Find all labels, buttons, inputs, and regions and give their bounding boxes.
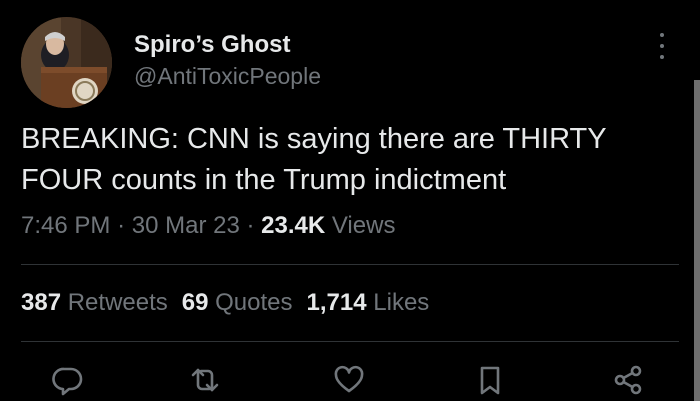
avatar-image — [21, 17, 112, 108]
retweet-icon[interactable] — [189, 364, 221, 396]
tweet-text: BREAKING: CNN is saying there are THIRTY… — [21, 123, 607, 196]
divider — [21, 264, 679, 265]
quotes-count: 69 — [181, 289, 209, 316]
retweets-label: Retweets — [67, 289, 168, 316]
tweet-date[interactable]: 30 Mar 23 — [132, 212, 240, 239]
author-display-name[interactable]: Spiro’s Ghost — [134, 31, 290, 59]
avatar[interactable] — [21, 17, 112, 108]
views-count: 23.4K — [261, 212, 326, 239]
engagement-stats: 387 Retweets 69 Quotes 1,714 Likes — [21, 289, 429, 317]
window-edge — [694, 80, 700, 401]
more-dot — [660, 55, 664, 59]
more-dot — [660, 44, 664, 48]
more-options-icon[interactable] — [652, 33, 672, 59]
likes-count: 1,714 — [306, 289, 367, 316]
meta-separator: · — [246, 212, 255, 239]
reply-icon[interactable] — [52, 364, 84, 396]
retweets-count: 387 — [21, 289, 62, 316]
tweet-time[interactable]: 7:46 PM — [21, 212, 110, 239]
author-handle[interactable]: @AntiToxicPeople — [134, 63, 321, 90]
divider — [21, 341, 679, 342]
like-icon[interactable] — [333, 364, 365, 396]
retweets-stat[interactable]: 387 Retweets — [21, 289, 168, 316]
meta-separator: · — [117, 212, 126, 239]
likes-stat[interactable]: 1,714 Likes — [307, 289, 430, 316]
share-icon[interactable] — [612, 364, 644, 396]
bookmark-icon[interactable] — [474, 364, 506, 396]
more-dot — [660, 33, 664, 37]
quotes-label: Quotes — [215, 289, 293, 316]
likes-label: Likes — [373, 289, 430, 316]
views-label: Views — [331, 212, 396, 239]
quotes-stat[interactable]: 69 Quotes — [182, 289, 293, 316]
tweet-meta: 7:46 PM · 30 Mar 23 · 23.4K Views — [21, 212, 395, 240]
